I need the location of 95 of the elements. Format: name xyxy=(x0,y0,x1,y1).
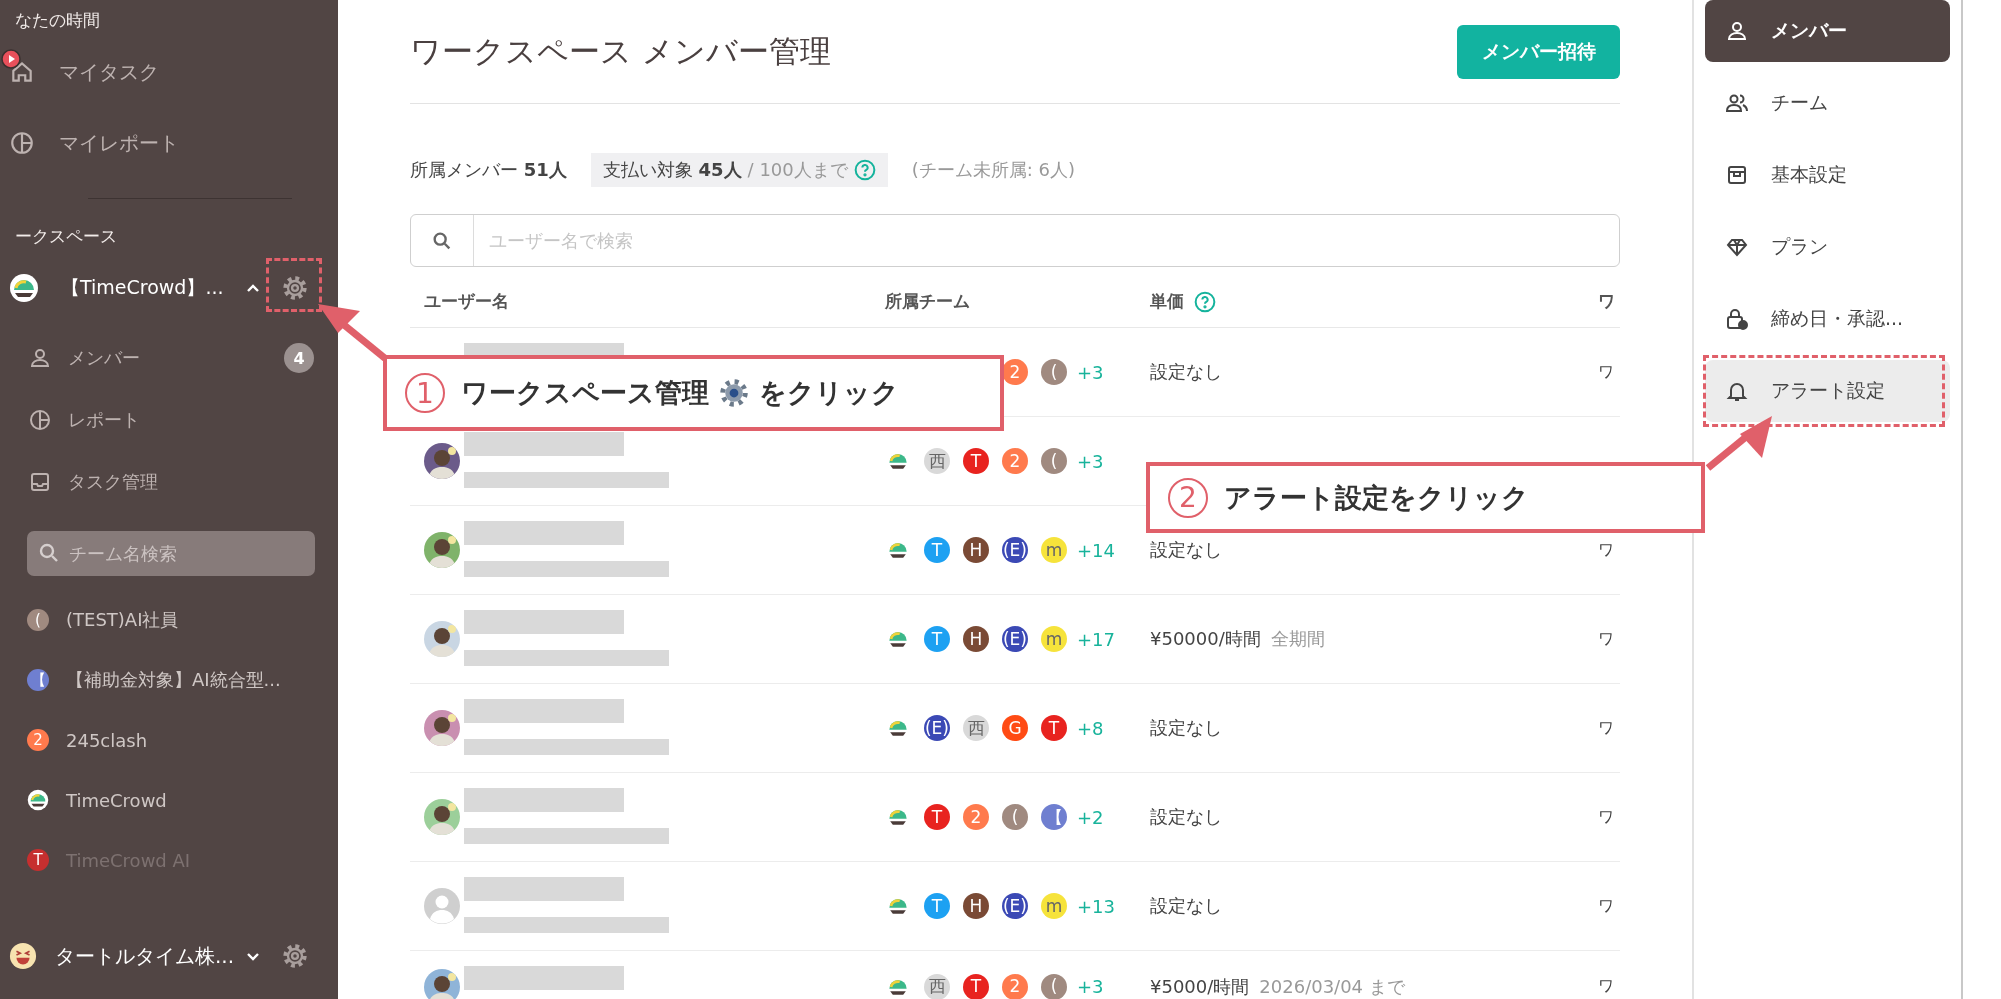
team-avatar: H xyxy=(963,537,989,563)
team-avatar: T xyxy=(27,849,49,871)
column-header: 単価 xyxy=(1150,290,1184,313)
billing-limit: / 100人まで xyxy=(747,158,848,182)
step-number: 2 xyxy=(1168,477,1208,518)
hourly-rate: 設定なし xyxy=(1150,894,1222,918)
rate-period: 全期間 xyxy=(1270,627,1325,651)
organization-name[interactable]: タートルタイム株... xyxy=(55,942,245,970)
team-avatar: T xyxy=(924,626,950,652)
section-heading: ークスペース xyxy=(15,225,117,248)
team-avatar: ( xyxy=(1041,359,1067,385)
team-avatar: T xyxy=(924,804,950,830)
table-cell: ワ xyxy=(1598,717,1614,739)
team-avatar: H xyxy=(963,893,989,919)
hourly-rate: ¥50000/時間 xyxy=(1150,627,1261,651)
nav-item[interactable]: マイレポート xyxy=(0,112,189,174)
more-teams-count[interactable]: +3 xyxy=(1077,976,1104,997)
more-teams-count[interactable]: +3 xyxy=(1077,361,1104,383)
more-teams-count[interactable]: +17 xyxy=(1077,628,1115,650)
team-avatar: ( xyxy=(27,609,49,631)
team-avatar: (E) xyxy=(1002,893,1028,919)
billing-count: 支払い対象 45人 xyxy=(602,158,742,182)
step-number: 1 xyxy=(405,373,445,413)
nav-item[interactable]: レポート xyxy=(0,389,314,451)
team-avatar: 【 xyxy=(27,669,49,691)
workspace-name[interactable]: 【TimeCrowd】... xyxy=(61,275,245,301)
team-avatar: 西 xyxy=(924,448,950,474)
nav-item[interactable]: タスク管理 xyxy=(0,451,314,513)
settings-nav-item[interactable]: プラン xyxy=(1705,216,1950,278)
more-teams-count[interactable]: +14 xyxy=(1077,539,1115,561)
settings-nav-item[interactable]: アラート設定 xyxy=(1705,360,1950,422)
team-name[interactable]: 245clash xyxy=(66,729,148,751)
team-avatar: 2 xyxy=(1002,359,1028,385)
page-title: ワークスペース メンバー管理 xyxy=(410,31,831,71)
callout-text: ワークスペース管理 xyxy=(461,376,709,410)
hourly-rate: 設定なし xyxy=(1150,805,1222,829)
team-avatar: 2 xyxy=(963,804,989,830)
team-avatar: m xyxy=(1041,893,1067,919)
team-avatar: 西 xyxy=(924,973,950,999)
team-avatar: (E) xyxy=(1002,626,1028,652)
team-avatar: 西 xyxy=(963,715,989,741)
team-name[interactable]: 【補助金対象】AI統合型... xyxy=(66,668,281,692)
team-avatar: 【 xyxy=(1041,804,1067,830)
table-cell: ワ xyxy=(1598,628,1614,650)
team-avatar: m xyxy=(1041,626,1067,652)
callout-text: をクリック xyxy=(759,376,899,410)
invite-button[interactable]: メンバー招待 xyxy=(1457,24,1620,79)
settings-nav-item[interactable]: 締め日・承認... xyxy=(1705,288,1950,350)
settings-nav-item[interactable]: メンバー xyxy=(1705,0,1950,62)
nav-item[interactable]: マイタスク xyxy=(0,41,169,103)
count-badge: 4 xyxy=(284,343,314,373)
team-avatar: 2 xyxy=(1002,448,1028,474)
more-teams-count[interactable]: +8 xyxy=(1077,717,1104,739)
table-cell: ワ xyxy=(1598,361,1614,383)
more-teams-count[interactable]: +3 xyxy=(1077,450,1104,472)
column-header: ワ xyxy=(1598,290,1615,313)
team-avatar: T xyxy=(924,893,950,919)
team-avatar: 2 xyxy=(27,729,49,751)
team-avatar: ( xyxy=(1041,448,1067,474)
table-cell: ワ xyxy=(1598,539,1614,561)
team-avatar: m xyxy=(1041,537,1067,563)
more-teams-count[interactable]: +13 xyxy=(1077,895,1115,917)
team-name[interactable]: TimeCrowd xyxy=(66,789,167,811)
section-heading: なたの時間 xyxy=(15,9,100,32)
callout-text: アラート設定をクリック xyxy=(1224,480,1529,515)
team-search-field[interactable]: チーム名検索 xyxy=(27,531,315,576)
team-avatar: H xyxy=(963,626,989,652)
unassigned-count: (チーム未所属: 6人) xyxy=(911,158,1076,182)
team-name[interactable]: (TEST)AI社員 xyxy=(66,608,179,632)
more-teams-count[interactable]: +2 xyxy=(1077,806,1104,828)
team-avatar: ( xyxy=(1002,804,1028,830)
team-avatar: T xyxy=(924,537,950,563)
team-avatar: T xyxy=(963,973,989,999)
column-header: ユーザー名 xyxy=(424,290,509,313)
table-cell: ワ xyxy=(1598,895,1614,917)
team-avatar: G xyxy=(1002,715,1028,741)
hourly-rate: 設定なし xyxy=(1150,538,1222,562)
member-count: 所属メンバー 51人 xyxy=(410,158,567,182)
table-cell: ワ xyxy=(1598,806,1614,828)
team-avatar: (E) xyxy=(924,715,950,741)
rate-period: 2026/03/04 まで xyxy=(1259,974,1405,999)
user-search-field[interactable]: ユーザー名で検索 xyxy=(410,214,1620,267)
settings-nav-item[interactable]: 基本設定 xyxy=(1705,144,1950,206)
team-avatar: ( xyxy=(1041,973,1067,999)
hourly-rate: 設定なし xyxy=(1150,716,1222,740)
team-avatar: (E) xyxy=(1002,537,1028,563)
team-avatar: T xyxy=(1041,715,1067,741)
hourly-rate: ¥5000/時間 xyxy=(1150,974,1250,999)
team-avatar: T xyxy=(963,448,989,474)
hourly-rate: 設定なし xyxy=(1150,360,1222,384)
settings-nav-item[interactable]: チーム xyxy=(1705,72,1950,134)
team-avatar: 2 xyxy=(1002,973,1028,999)
column-header: 所属チーム xyxy=(885,290,970,313)
table-cell: ワ xyxy=(1598,976,1614,997)
nav-item[interactable]: メンバー 4 xyxy=(0,327,314,389)
